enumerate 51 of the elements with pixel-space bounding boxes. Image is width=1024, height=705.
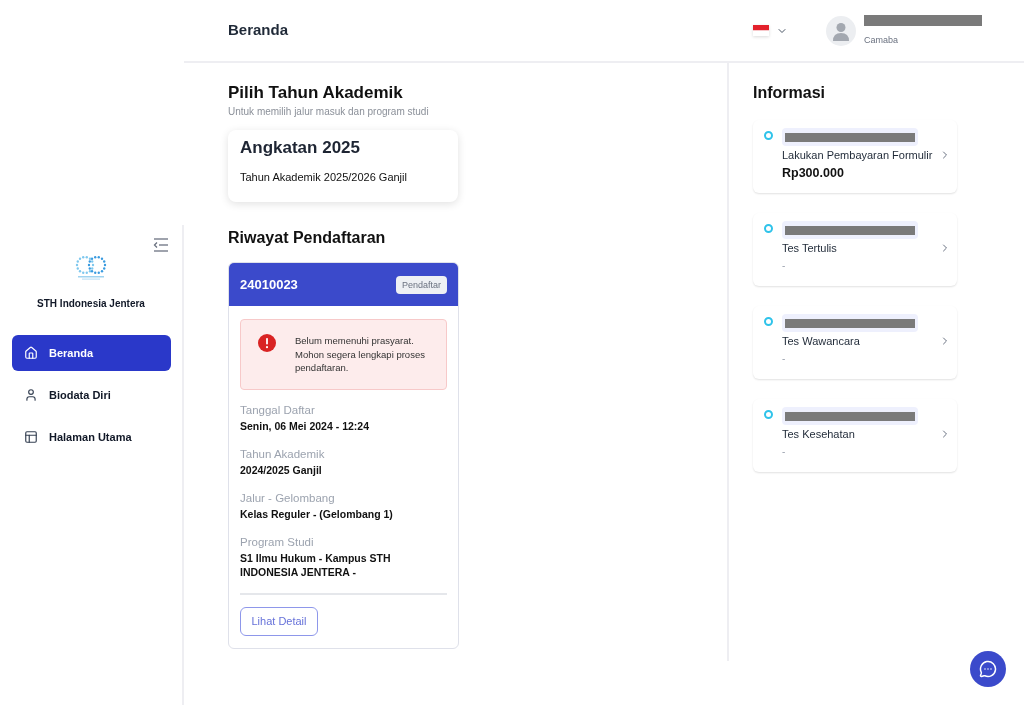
- section-subtitle: Untuk memilih jalur masuk dan program studi: [228, 105, 430, 119]
- flag-icon: [753, 25, 769, 36]
- registration-number: 24010023: [240, 275, 298, 294]
- section-title: Riwayat Pendaftaran: [228, 228, 387, 248]
- sidebar-nav-item[interactable]: Beranda: [12, 335, 171, 371]
- information-title: Tes Wawancara: [782, 334, 860, 348]
- alert-icon: [258, 334, 276, 352]
- status-ring-icon: [764, 317, 773, 326]
- status-ring-icon: [764, 224, 773, 233]
- user-role: Camaba: [864, 35, 900, 46]
- information-card[interactable]: Tes Tertulis -: [753, 213, 957, 286]
- section-title: Informasi: [753, 83, 826, 103]
- chat-button[interactable]: [970, 651, 1006, 687]
- page-title: Beranda: [228, 20, 289, 41]
- logo-icon: [74, 254, 108, 280]
- information-card[interactable]: Lakukan Pembayaran Formulir Rp300.000: [753, 120, 957, 193]
- information-amount: Rp300.000: [782, 165, 845, 182]
- field-label: Jalur - Gelombang: [240, 491, 336, 506]
- sidebar-nav-item[interactable]: Halaman Utama: [12, 419, 171, 455]
- information-title: Tes Tertulis: [782, 241, 837, 255]
- information-title: Lakukan Pembayaran Formulir: [782, 148, 933, 162]
- user-icon: [24, 388, 38, 402]
- alert-message: Belum memenuhi prasyarat. Mohon segera lengkapi proses pendaftaran.: [295, 334, 426, 375]
- information-title: Tes Kesehatan: [782, 427, 855, 441]
- information-card[interactable]: Tes Wawancara -: [753, 306, 957, 379]
- status-badge: Pendaftar: [395, 275, 447, 294]
- field-label: Program Studi: [240, 535, 315, 550]
- avatar-icon: [826, 15, 856, 46]
- chat-bubble-icon: [979, 660, 997, 678]
- information-detail: -: [782, 259, 787, 273]
- sidebar-toggle-icon[interactable]: [153, 238, 169, 252]
- status-ring-icon: [764, 410, 773, 419]
- information-detail: -: [782, 352, 787, 366]
- sidebar-nav-item[interactable]: Biodata Diri: [12, 377, 171, 413]
- layout-icon: [24, 430, 38, 444]
- status-ring-icon: [764, 131, 773, 140]
- card-title: Angkatan 2025: [240, 138, 361, 158]
- field-value: 2024/2025 Ganjil: [240, 463, 323, 477]
- academic-year-card[interactable]: Angkatan 2025 Tahun Akademik 2025/2026 Ganjil: [228, 130, 458, 202]
- information-card[interactable]: Tes Kesehatan -: [753, 399, 957, 472]
- field-value: Senin, 06 Mei 2024 - 12:24: [240, 419, 370, 433]
- section-title: Pilih Tahun Akademik: [228, 83, 404, 103]
- home-icon: [24, 346, 38, 360]
- field-label: Tanggal Daftar: [240, 403, 316, 418]
- field-value: Kelas Reguler - (Gelombang 1): [240, 507, 394, 521]
- information-detail: -: [782, 445, 787, 459]
- organization-name: STH Indonesia Jentera: [37, 297, 145, 311]
- field-value: S1 Ilmu Hukum - Kampus STH INDONESIA JENTERA -: [240, 551, 392, 579]
- detail-button[interactable]: Lihat Detail: [240, 607, 318, 636]
- card-description: Tahun Akademik 2025/2026 Ganjil: [240, 170, 408, 184]
- field-label: Tahun Akademik: [240, 447, 326, 462]
